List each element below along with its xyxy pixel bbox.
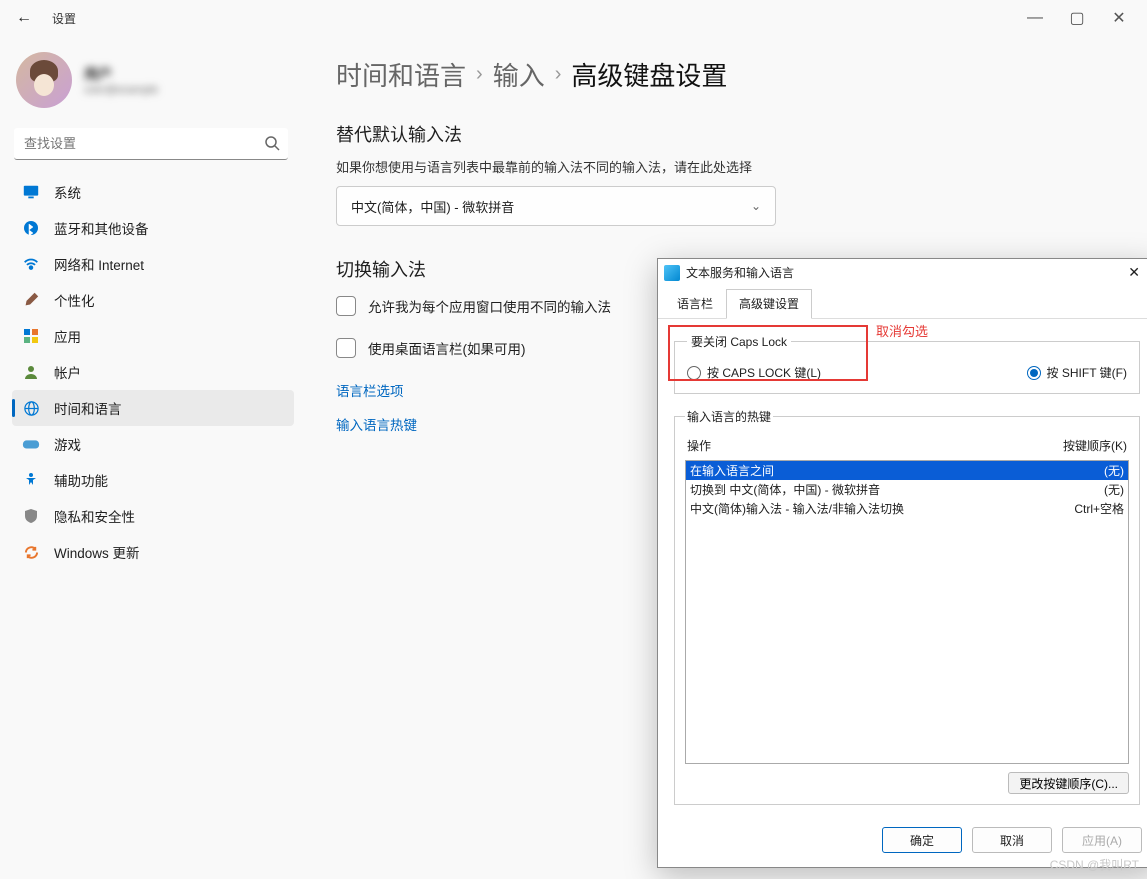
chevron-right-icon: › (555, 63, 562, 86)
avatar (16, 52, 72, 108)
ime-select[interactable]: 中文(简体，中国) - 微软拼音 ⌄ (336, 186, 776, 226)
sidebar-item-gaming[interactable]: 游戏 (12, 426, 294, 462)
select-value: 中文(简体，中国) - 微软拼音 (351, 197, 514, 216)
change-sequence-button[interactable]: 更改按键顺序(C)... (1008, 772, 1129, 794)
dialog-titlebar: 文本服务和输入语言 ✕ (658, 259, 1147, 286)
checkbox-label: 使用桌面语言栏(如果可用) (368, 338, 526, 358)
sidebar-item-label: 个性化 (54, 290, 95, 310)
update-icon (22, 543, 40, 561)
breadcrumb-item[interactable]: 时间和语言 (336, 56, 466, 93)
sidebar-item-label: 网络和 Internet (54, 254, 144, 274)
watermark: CSDN @我叫RT (1050, 856, 1139, 873)
titlebar-title: 设置 (52, 10, 76, 27)
close-button[interactable]: ✕ (1099, 4, 1139, 32)
sidebar-item-time-language[interactable]: 时间和语言 (12, 390, 294, 426)
dialog-body: 取消勾选 要关闭 Caps Lock 按 CAPS LOCK 键(L) 按 SH… (658, 319, 1147, 819)
search-icon (264, 135, 280, 156)
hotkey-row[interactable]: 在输入语言之间 (无) (686, 461, 1128, 480)
breadcrumb-current: 高级键盘设置 (571, 56, 727, 93)
radio-capslock[interactable]: 按 CAPS LOCK 键(L) (687, 364, 821, 381)
nav-list: 系统 蓝牙和其他设备 网络和 Internet 个性化 应用 帐户 时间和语言 … (12, 174, 294, 570)
dialog-title: 文本服务和输入语言 (686, 264, 794, 281)
hotkey-row[interactable]: 切换到 中文(简体，中国) - 微软拼音 (无) (686, 480, 1128, 499)
shield-icon (22, 507, 40, 525)
fieldset-legend: 要关闭 Caps Lock (687, 333, 791, 350)
fieldset-legend: 输入语言的热键 (685, 408, 773, 425)
brush-icon (22, 291, 40, 309)
person-icon (22, 363, 40, 381)
capslock-fieldset: 要关闭 Caps Lock 按 CAPS LOCK 键(L) 按 SHIFT 键… (674, 333, 1140, 394)
dialog-tabs: 语言栏 高级键设置 (658, 286, 1147, 319)
text-services-dialog: 文本服务和输入语言 ✕ 语言栏 高级键设置 取消勾选 要关闭 Caps Lock… (657, 258, 1147, 868)
sidebar-item-label: 隐私和安全性 (54, 506, 135, 526)
user-email: user@example (84, 84, 158, 96)
tab-langbar[interactable]: 语言栏 (664, 289, 726, 319)
hotkey-row[interactable]: 中文(简体)输入法 - 输入法/非输入法切换 Ctrl+空格 (686, 499, 1128, 518)
user-info[interactable]: 用户 user@example (12, 44, 294, 124)
sidebar-item-system[interactable]: 系统 (12, 174, 294, 210)
accessibility-icon (22, 471, 40, 489)
breadcrumb: 时间和语言 › 输入 › 高级键盘设置 (336, 56, 1111, 93)
back-button[interactable]: ← (8, 2, 40, 34)
sidebar-item-label: 游戏 (54, 434, 81, 454)
section-heading: 替代默认输入法 (336, 121, 1111, 147)
hotkey-list[interactable]: 在输入语言之间 (无) 切换到 中文(简体，中国) - 微软拼音 (无) 中文(… (685, 460, 1129, 764)
cancel-button[interactable]: 取消 (972, 827, 1052, 853)
close-icon[interactable]: ✕ (1118, 260, 1147, 285)
radio-label: 按 CAPS LOCK 键(L) (707, 364, 821, 381)
sidebar-item-personalize[interactable]: 个性化 (12, 282, 294, 318)
hint-text: 如果你想使用与语言列表中最靠前的输入法不同的输入法，请在此处选择 (336, 157, 1111, 176)
sidebar-item-label: 系统 (54, 182, 81, 202)
sidebar-item-bluetooth[interactable]: 蓝牙和其他设备 (12, 210, 294, 246)
search-box[interactable] (14, 128, 288, 160)
radio-icon (1027, 366, 1041, 380)
hotkey-keyseq: Ctrl+空格 (1074, 500, 1124, 517)
hotkey-action: 切换到 中文(简体，中国) - 微软拼音 (690, 481, 880, 498)
sidebar-item-apps[interactable]: 应用 (12, 318, 294, 354)
sidebar-item-privacy[interactable]: 隐私和安全性 (12, 498, 294, 534)
hotkey-action: 在输入语言之间 (690, 462, 774, 479)
apply-button[interactable]: 应用(A) (1062, 827, 1142, 853)
sidebar-item-accessibility[interactable]: 辅助功能 (12, 462, 294, 498)
chevron-right-icon: › (476, 63, 483, 86)
gamepad-icon (22, 435, 40, 453)
radio-label: 按 SHIFT 键(F) (1047, 364, 1127, 381)
checkbox[interactable] (336, 296, 356, 316)
radio-icon (687, 366, 701, 380)
breadcrumb-item[interactable]: 输入 (493, 56, 545, 93)
sidebar-item-label: 帐户 (54, 362, 81, 382)
dialog-app-icon (664, 265, 680, 281)
user-name: 用户 (84, 64, 158, 84)
hotkey-action: 中文(简体)输入法 - 输入法/非输入法切换 (690, 500, 904, 517)
hotkey-keyseq: (无) (1104, 481, 1124, 498)
bluetooth-icon (22, 219, 40, 237)
chevron-down-icon: ⌄ (751, 199, 761, 213)
monitor-icon (22, 183, 40, 201)
search-input[interactable] (14, 128, 288, 160)
col-action: 操作 (687, 437, 711, 454)
sidebar-item-label: 蓝牙和其他设备 (54, 218, 149, 238)
sidebar-item-label: 时间和语言 (54, 398, 122, 418)
checkbox-label: 允许我为每个应用窗口使用不同的输入法 (368, 296, 611, 316)
hotkeys-fieldset: 输入语言的热键 操作 按键顺序(K) 在输入语言之间 (无) 切换到 中文(简体… (674, 408, 1140, 805)
sidebar-item-update[interactable]: Windows 更新 (12, 534, 294, 570)
sidebar-item-label: 应用 (54, 326, 81, 346)
checkbox[interactable] (336, 338, 356, 358)
sidebar-item-accounts[interactable]: 帐户 (12, 354, 294, 390)
wifi-icon (22, 255, 40, 273)
globe-icon (22, 399, 40, 417)
minimize-button[interactable]: ― (1015, 4, 1055, 32)
sidebar-item-label: 辅助功能 (54, 470, 108, 490)
maximize-button[interactable]: ▢ (1057, 4, 1097, 32)
col-keyseq: 按键顺序(K) (1063, 437, 1127, 454)
radio-shift[interactable]: 按 SHIFT 键(F) (1027, 364, 1127, 381)
tab-advanced-keys[interactable]: 高级键设置 (726, 289, 812, 319)
hotkey-keyseq: (无) (1104, 462, 1124, 479)
sidebar-item-label: Windows 更新 (54, 542, 140, 562)
apps-icon (22, 327, 40, 345)
titlebar: ← 设置 ― ▢ ✕ (0, 0, 1147, 36)
sidebar-item-network[interactable]: 网络和 Internet (12, 246, 294, 282)
ok-button[interactable]: 确定 (882, 827, 962, 853)
sidebar: 用户 user@example 系统 蓝牙和其他设备 网络和 Internet … (0, 36, 300, 879)
